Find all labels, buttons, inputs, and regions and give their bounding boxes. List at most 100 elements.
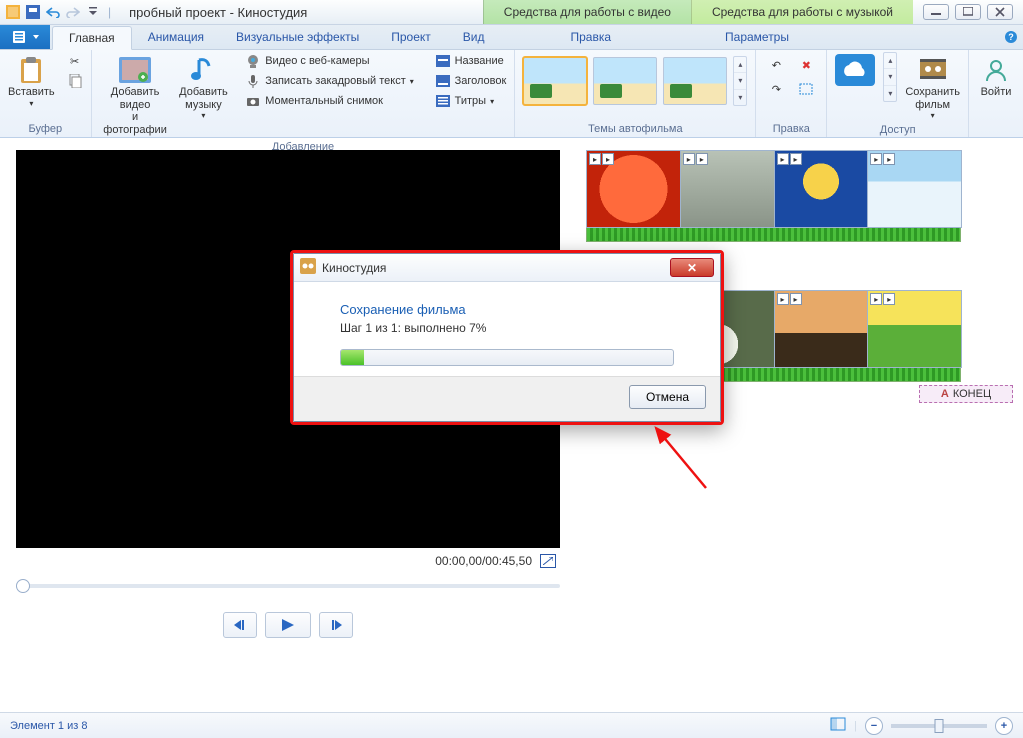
signin-button[interactable]: Войти (973, 52, 1019, 101)
group-buffer-label: Буфер (4, 121, 87, 137)
webcam-icon (245, 53, 261, 69)
share-expand[interactable]: ▾ (884, 86, 896, 101)
theme-expand[interactable]: ▾ (734, 90, 746, 105)
undo-icon[interactable] (44, 3, 62, 21)
qat-dropdown-icon[interactable] (84, 3, 102, 21)
rotate-left-icon: ↶ (768, 57, 784, 73)
tab-vfx[interactable]: Визуальные эффекты (220, 25, 375, 49)
context-tab-video[interactable]: Средства для работы с видео (483, 0, 691, 24)
clip-2[interactable]: ▸▸ (680, 150, 775, 228)
camera-icon (245, 93, 261, 109)
dialog-step: Шаг 1 из 1: выполнено 7% (340, 321, 674, 335)
clip-3[interactable]: ▸▸ (774, 150, 869, 228)
delete-button[interactable]: ✖ (794, 56, 818, 74)
end-marker[interactable]: AКОНЕЦ (919, 385, 1013, 403)
caption-icon (435, 73, 451, 89)
app-icon[interactable] (4, 3, 22, 21)
prev-frame-button[interactable] (223, 612, 257, 638)
zoom-slider[interactable] (891, 724, 987, 728)
save-progress-dialog: Киностудия ✕ Сохранение фильма Шаг 1 из … (290, 250, 724, 425)
play-button[interactable] (265, 612, 311, 638)
tab-edit[interactable]: Правка (554, 25, 627, 49)
zoom-thumb[interactable] (935, 719, 944, 733)
group-buffer: Вставить▾ ✂ Буфер (0, 50, 92, 137)
dialog-close-button[interactable]: ✕ (670, 258, 714, 277)
fullscreen-button[interactable] (540, 554, 556, 568)
cut-button[interactable]: ✂ (63, 52, 87, 70)
clip-1[interactable]: ▸▸ (586, 150, 681, 228)
caption-button[interactable]: Заголовок (431, 72, 511, 90)
voiceover-button[interactable]: Записать закадровый текст ▾ (241, 72, 418, 90)
scissors-icon: ✂ (67, 53, 83, 69)
rotate-left-button[interactable]: ↶ (764, 56, 788, 74)
rotate-right-button[interactable]: ↷ (764, 80, 788, 98)
group-signin: Войти (969, 50, 1023, 137)
select-all-button[interactable] (794, 80, 818, 98)
title-bar: | пробный проект - Киностудия Средства д… (0, 0, 1023, 25)
zoom-out-button[interactable]: − (865, 717, 883, 735)
credits-button[interactable]: Титры ▾ (431, 92, 511, 110)
next-frame-button[interactable] (319, 612, 353, 638)
copy-button[interactable] (63, 72, 87, 90)
save-movie-label: Сохранить фильм (905, 86, 960, 111)
transition-badge: ▸ (589, 153, 601, 165)
redo-icon[interactable] (64, 3, 82, 21)
theme-thumb-1[interactable] (523, 57, 587, 105)
help-icon[interactable]: ? (999, 25, 1023, 49)
theme-thumb-2[interactable] (593, 57, 657, 105)
group-access-label: Доступ (831, 122, 964, 138)
status-text: Элемент 1 из 8 (10, 720, 87, 732)
save-icon[interactable] (24, 3, 42, 21)
title-button[interactable]: Название (431, 52, 511, 70)
context-tab-music[interactable]: Средства для работы с музыкой (691, 0, 913, 24)
view-mode-button[interactable] (830, 717, 846, 734)
share-down[interactable]: ▾ (884, 69, 896, 85)
group-themes: ▴ ▾ ▾ Темы автофильма (515, 50, 756, 137)
add-video-button[interactable]: Добавить видео и фотографии (96, 52, 175, 139)
ribbon-tabs: Главная Анимация Визуальные эффекты Прое… (0, 25, 1023, 50)
group-themes-label: Темы автофильма (519, 121, 751, 137)
add-music-button[interactable]: Добавить музыку▾ (179, 52, 229, 122)
theme-thumb-3[interactable] (663, 57, 727, 105)
dialog-heading: Сохранение фильма (340, 302, 674, 317)
maximize-button[interactable] (955, 4, 981, 20)
cancel-button[interactable]: Отмена (629, 385, 706, 409)
zoom-in-button[interactable]: + (995, 717, 1013, 735)
tab-project[interactable]: Проект (375, 25, 447, 49)
theme-scroll-down[interactable]: ▾ (734, 73, 746, 89)
snapshot-button[interactable]: Моментальный снимок (241, 92, 418, 110)
close-button[interactable] (987, 4, 1013, 20)
group-access: ▴ ▾ ▾ Сохранить фильм▾ Доступ (827, 50, 969, 137)
select-all-icon (798, 81, 814, 97)
tab-view[interactable]: Вид (447, 25, 501, 49)
title-icon (435, 53, 451, 69)
clip-8[interactable]: ▸▸ (867, 290, 962, 368)
clip-7[interactable]: ▸▸ (774, 290, 869, 368)
progress-fill (341, 350, 364, 365)
copy-icon (67, 73, 83, 89)
tab-animation[interactable]: Анимация (132, 25, 220, 49)
paste-button[interactable]: Вставить▾ (4, 52, 59, 110)
credits-icon (435, 93, 451, 109)
webcam-button[interactable]: Видео с веб-камеры (241, 52, 418, 70)
file-tab[interactable] (0, 25, 50, 49)
seek-thumb[interactable] (16, 579, 30, 593)
minimize-button[interactable] (923, 4, 949, 20)
tab-home[interactable]: Главная (52, 26, 132, 50)
timeline-row-1: ▸▸ ▸▸ ▸▸ ▸▸ (586, 150, 1013, 250)
theme-scroll-up[interactable]: ▴ (734, 57, 746, 73)
progress-bar (340, 349, 674, 366)
svg-text:?: ? (1008, 32, 1014, 42)
tab-params[interactable]: Параметры (709, 25, 805, 49)
preview-time: 00:00,00/00:45,50 (435, 554, 532, 568)
seek-bar[interactable] (16, 578, 560, 594)
share-up[interactable]: ▴ (884, 53, 896, 69)
save-movie-button[interactable]: Сохранить фильм▾ (901, 52, 964, 122)
audio-track-1[interactable] (586, 228, 961, 242)
dialog-title: Киностудия (322, 261, 386, 275)
clip-4[interactable]: ▸▸ (867, 150, 962, 228)
rotate-right-icon: ↷ (768, 81, 784, 97)
skydrive-button[interactable] (831, 52, 879, 88)
add-music-label: Добавить музыку (179, 86, 228, 111)
dialog-icon (300, 258, 316, 277)
